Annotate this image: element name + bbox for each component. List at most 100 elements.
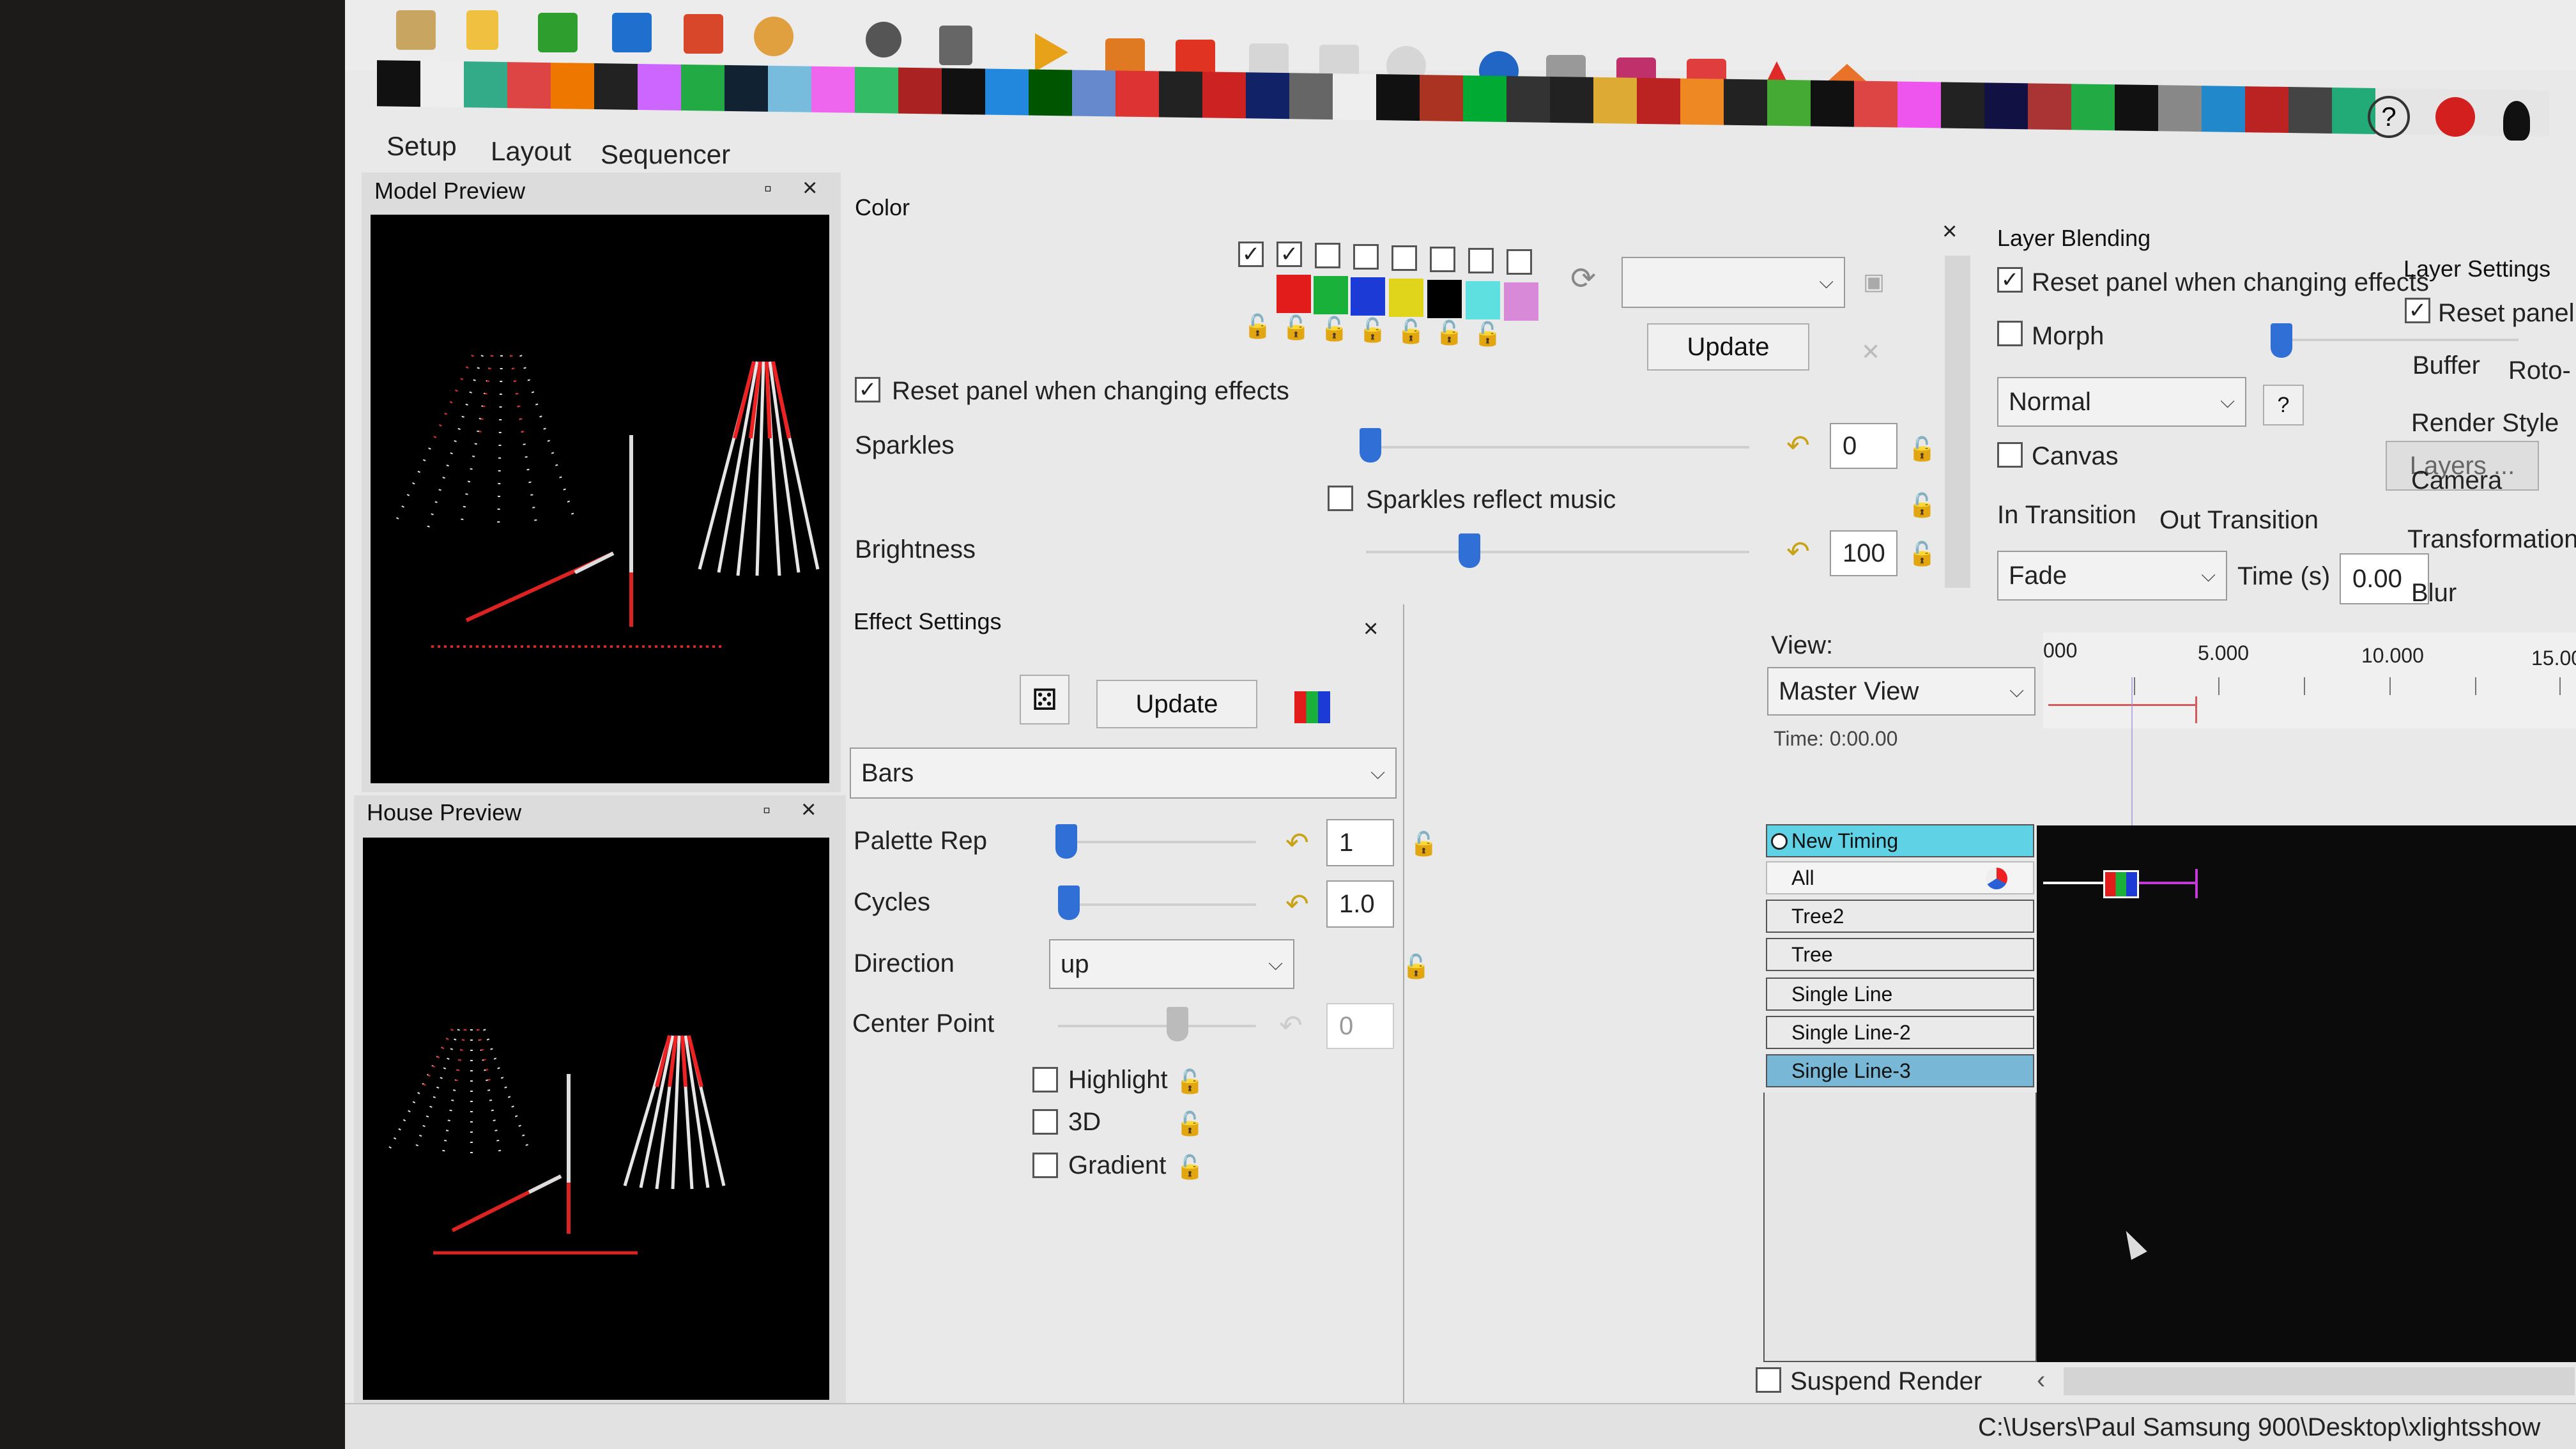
palette-dropdown[interactable]: ⌵ <box>1621 257 1845 308</box>
undo-icon[interactable]: ↶ <box>1285 827 1309 859</box>
palette-rep-slider-thumb[interactable] <box>1055 824 1077 859</box>
close-icon[interactable]: × <box>1942 217 1957 246</box>
model-row-tree2[interactable]: Tree2 <box>1766 900 2034 933</box>
selection-range-end[interactable] <box>2195 696 2197 723</box>
refresh-palette-icon[interactable]: ⟳ <box>1570 261 1596 296</box>
palette-checkbox-7[interactable] <box>1468 248 1494 273</box>
direction-dropdown[interactable]: up ⌵ <box>1049 939 1294 989</box>
model-row-single-line[interactable]: Single Line <box>1766 977 2034 1011</box>
randomize-dice-icon[interactable]: ⚄ <box>1020 675 1070 724</box>
update-effect-button[interactable]: Update <box>1096 680 1257 728</box>
reset-panel-checkbox[interactable]: ✓ <box>855 377 880 402</box>
open-folder-icon[interactable] <box>396 10 436 50</box>
palette-swatch-pink[interactable] <box>1504 282 1538 321</box>
undo-icon[interactable]: ↶ <box>1285 888 1309 921</box>
lock-icon[interactable]: 🔓 <box>1908 540 1936 567</box>
brightness-slider-thumb[interactable] <box>1459 533 1480 568</box>
undo-icon[interactable]: ↶ <box>1786 429 1810 462</box>
tab-setup[interactable]: Setup <box>387 131 457 162</box>
lock-icon[interactable]: 🔓 <box>1243 313 1272 340</box>
horizontal-scrollbar[interactable] <box>2064 1367 2575 1395</box>
lock-icon[interactable]: 🔓 <box>1397 318 1425 345</box>
reset-panel-checkbox[interactable]: ✓ <box>1997 267 2023 293</box>
help-icon[interactable]: ? <box>2368 96 2410 138</box>
lock-icon[interactable]: 🔓 <box>1402 953 1430 980</box>
timeline-ruler[interactable] <box>2043 632 2576 728</box>
blend-help-button[interactable]: ? <box>2263 385 2304 425</box>
palette-checkbox-2[interactable]: ✓ <box>1276 241 1302 267</box>
palette-checkbox-5[interactable] <box>1392 245 1417 271</box>
lock-icon[interactable]: 🔓 <box>1176 1068 1204 1095</box>
stop-sign-icon[interactable] <box>2435 97 2475 137</box>
maximize-icon[interactable]: ▫ <box>764 176 772 201</box>
reset-panel-checkbox[interactable]: ✓ <box>2405 298 2430 323</box>
lock-icon[interactable]: 🔓 <box>1409 831 1438 857</box>
palette-rep-input[interactable]: 1 <box>1326 819 1394 866</box>
delete-palette-icon[interactable]: ✕ <box>1861 339 1880 365</box>
model-row-tree[interactable]: Tree <box>1766 938 2034 971</box>
lock-icon[interactable]: 🔓 <box>1358 317 1387 344</box>
render-icon[interactable] <box>939 26 972 65</box>
undo-icon[interactable]: ↶ <box>1786 535 1810 568</box>
model-row-single-line-3[interactable]: Single Line-3 <box>1766 1054 2034 1087</box>
cycles-input[interactable]: 1.0 <box>1326 880 1394 928</box>
lock-icon[interactable]: 🔓 <box>1435 319 1464 346</box>
tab-sequencer[interactable]: Sequencer <box>601 139 730 170</box>
tab-in-transition[interactable]: In Transition <box>1997 501 2136 530</box>
palette-swatch-cyan[interactable] <box>1466 281 1500 319</box>
palette-checkbox-3[interactable] <box>1315 243 1340 268</box>
model-row-single-line-2[interactable]: Single Line-2 <box>1766 1016 2034 1049</box>
tab-layout[interactable]: Layout <box>491 136 571 167</box>
bars-effect-block[interactable] <box>2103 870 2139 898</box>
maximize-icon[interactable]: ▫ <box>763 798 770 823</box>
palette-checkbox-6[interactable] <box>1430 247 1455 272</box>
lock-icon[interactable]: 🔓 <box>1908 492 1936 519</box>
lock-icon[interactable]: 🔓 <box>1908 436 1936 463</box>
color-panel-scrollbar[interactable] <box>1945 256 1970 588</box>
sparkles-slider-thumb[interactable] <box>1360 428 1381 463</box>
tab-roto[interactable]: Roto- <box>2508 356 2571 385</box>
close-icon[interactable]: × <box>801 795 816 824</box>
three-d-checkbox[interactable] <box>1032 1109 1058 1135</box>
palette-swatch-yellow[interactable] <box>1389 279 1423 317</box>
open-sequence-icon[interactable] <box>538 13 578 52</box>
palette-mini-icon[interactable] <box>1294 691 1330 723</box>
morph-checkbox[interactable] <box>1997 321 2023 346</box>
save-palette-icon[interactable]: ▣ <box>1863 268 1885 295</box>
palette-swatch-black[interactable] <box>1427 280 1462 318</box>
cycles-slider-thumb[interactable] <box>1058 885 1080 920</box>
highlight-checkbox[interactable] <box>1032 1067 1058 1092</box>
save-as-icon[interactable] <box>684 14 723 54</box>
update-palette-button[interactable]: Update <box>1647 323 1809 371</box>
timing-row-new-timing[interactable]: New Timing <box>1766 824 2034 857</box>
canvas-checkbox[interactable] <box>1997 442 2023 468</box>
tab-out-transition[interactable]: Out Transition <box>2159 506 2319 535</box>
gradient-checkbox[interactable] <box>1032 1153 1058 1178</box>
new-file-icon[interactable] <box>466 10 498 50</box>
effect-grid[interactable] <box>2037 825 2576 1362</box>
brightness-input[interactable]: 100 <box>1830 530 1897 576</box>
palette-checkbox-8[interactable] <box>1506 249 1532 275</box>
timer-icon[interactable] <box>866 22 901 57</box>
suspend-render-checkbox[interactable] <box>1756 1367 1781 1393</box>
lock-icon[interactable]: 🔓 <box>1176 1110 1204 1137</box>
blend-mode-dropdown[interactable]: Normal ⌵ <box>1997 377 2246 427</box>
palette-swatch-blue[interactable] <box>1351 277 1385 316</box>
palette-swatch-red[interactable] <box>1276 275 1311 313</box>
palette-checkbox-1[interactable]: ✓ <box>1238 241 1264 267</box>
tab-buffer[interactable]: Buffer <box>2412 351 2480 380</box>
render-all-icon[interactable] <box>1986 868 2007 889</box>
palette-icon[interactable] <box>754 17 793 56</box>
lock-icon[interactable]: 🔓 <box>1282 314 1310 341</box>
lightbulb-icon[interactable] <box>2503 101 2530 141</box>
sparkles-input[interactable]: 0 <box>1830 423 1897 469</box>
palette-swatch-green[interactable] <box>1314 276 1348 314</box>
sparkles-reflect-checkbox[interactable] <box>1328 486 1353 511</box>
transition-type-dropdown[interactable]: Fade ⌵ <box>1997 551 2227 601</box>
lock-icon[interactable]: 🔓 <box>1176 1154 1204 1181</box>
lock-icon[interactable]: 🔓 <box>1320 316 1349 342</box>
play-icon[interactable] <box>1035 33 1068 72</box>
morph-slider-thumb[interactable] <box>2271 323 2292 358</box>
model-preview-canvas[interactable] <box>371 215 829 783</box>
selection-range[interactable] <box>2048 704 2196 706</box>
